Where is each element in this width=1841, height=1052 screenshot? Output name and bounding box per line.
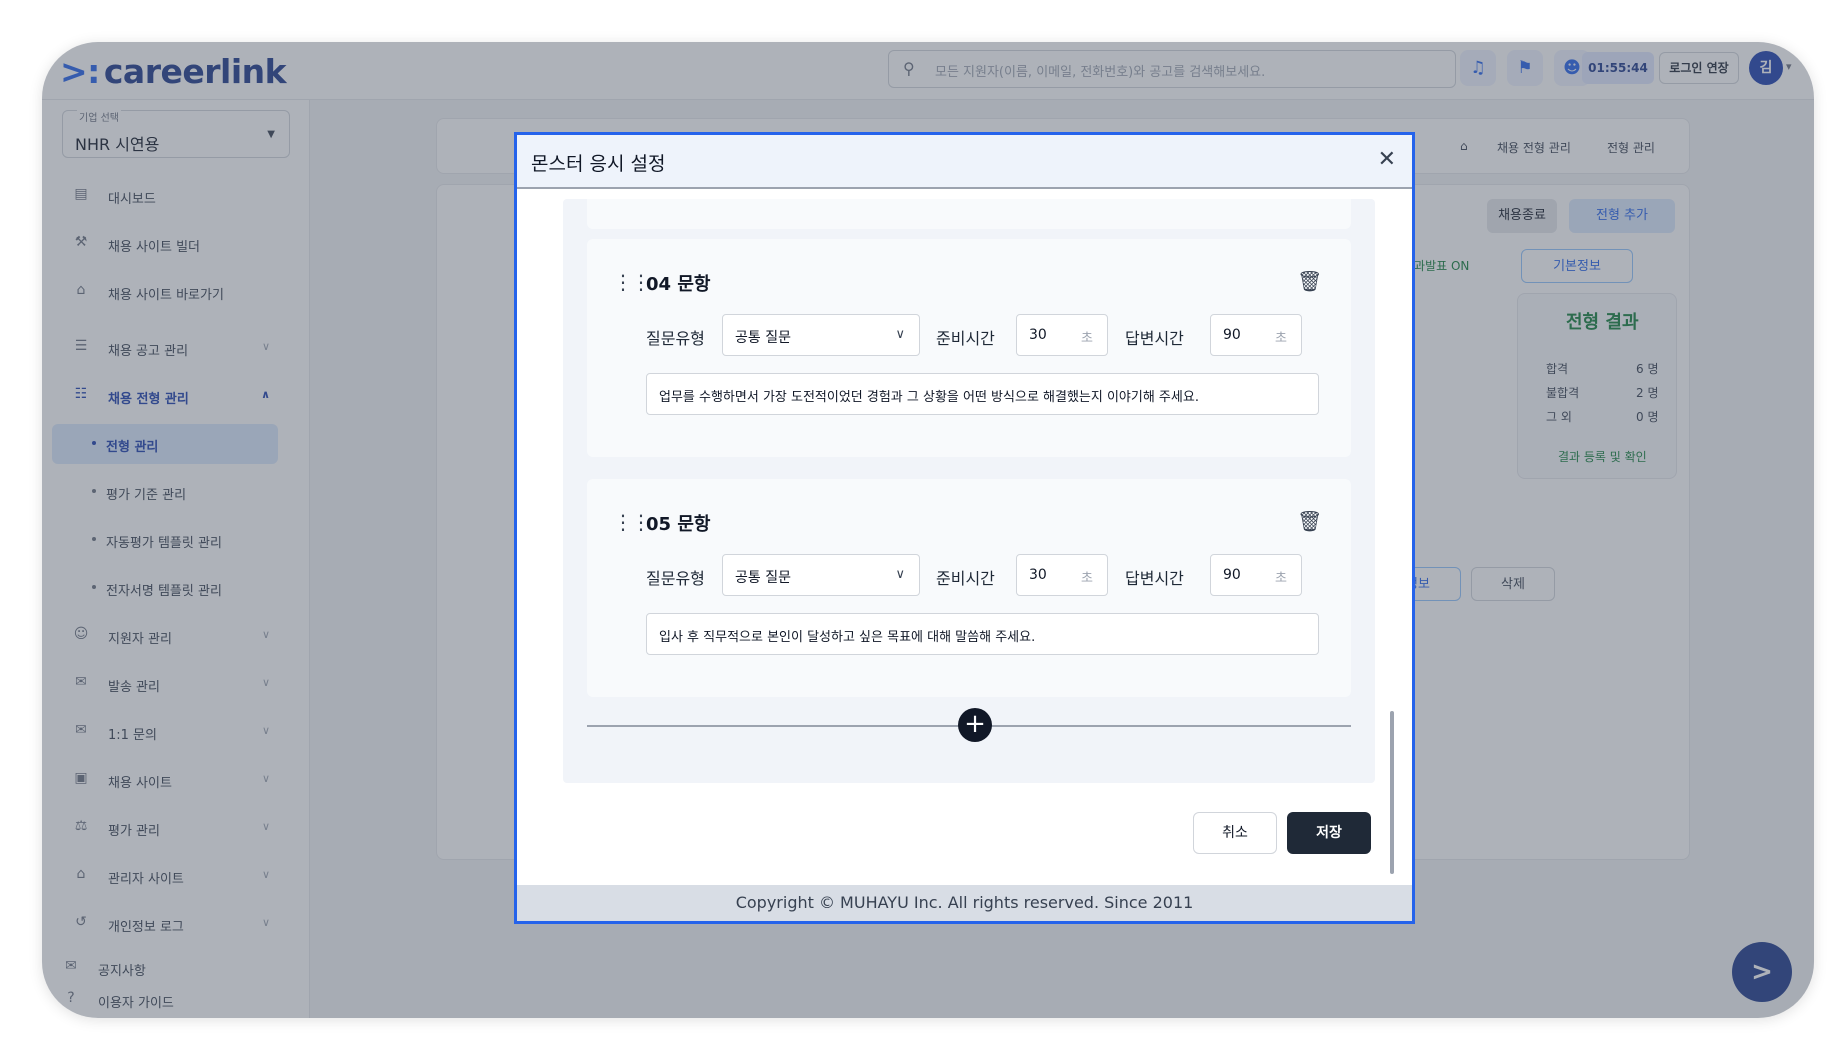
drag-handle-icon[interactable]: ⋮⋮: [613, 512, 651, 532]
answer-time-label: 답변시간: [1125, 569, 1184, 588]
question-type-label: 질문유형: [646, 329, 705, 348]
prep-time-value: 30: [1029, 327, 1047, 343]
plus-icon: +: [964, 709, 986, 739]
chevron-down-icon: ∨: [895, 327, 905, 342]
answer-time-input[interactable]: 90 초: [1210, 314, 1302, 356]
question-card-previous: [587, 199, 1351, 229]
question-number: 04 문항: [646, 274, 711, 295]
monster-settings-modal: 몬스터 응시 설정 ✕ ⋮⋮ 04 문항 🗑 질문유형 공통 질문 ∨ 준비시간…: [514, 132, 1415, 924]
prep-time-input[interactable]: 30 초: [1016, 314, 1108, 356]
question-list: ⋮⋮ 04 문항 🗑 질문유형 공통 질문 ∨ 준비시간 30 초 답변시간 9…: [563, 199, 1375, 783]
prep-time-label: 준비시간: [936, 569, 995, 588]
drag-handle-icon[interactable]: ⋮⋮: [613, 272, 651, 292]
answer-time-value: 90: [1223, 327, 1241, 343]
answer-time-value: 90: [1223, 567, 1241, 583]
save-button[interactable]: 저장: [1287, 812, 1371, 854]
answer-time-input[interactable]: 90 초: [1210, 554, 1302, 596]
question-text-value: 입사 후 직무적으로 본인이 달성하고 싶은 목표에 대해 말씀해 주세요.: [659, 630, 1036, 645]
close-icon[interactable]: ✕: [1378, 147, 1396, 173]
trash-icon[interactable]: 🗑: [1297, 269, 1322, 293]
seconds-unit: 초: [1275, 331, 1287, 346]
add-question-button[interactable]: +: [958, 708, 992, 742]
prep-time-value: 30: [1029, 567, 1047, 583]
seconds-unit: 초: [1275, 571, 1287, 586]
question-type-label: 질문유형: [646, 569, 705, 588]
question-type-value: 공통 질문: [735, 330, 791, 346]
question-text-input[interactable]: 입사 후 직무적으로 본인이 달성하고 싶은 목표에 대해 말씀해 주세요.: [646, 613, 1319, 655]
copyright-footer: Copyright © MUHAYU Inc. All rights reser…: [517, 885, 1412, 921]
question-type-select[interactable]: 공통 질문 ∨: [722, 314, 920, 356]
modal-scrollbar[interactable]: [1390, 711, 1394, 874]
seconds-unit: 초: [1081, 571, 1093, 586]
question-text-input[interactable]: 업무를 수행하면서 가장 도전적이었던 경험과 그 상황을 어떤 방식으로 해결…: [646, 373, 1319, 415]
answer-time-label: 답변시간: [1125, 329, 1184, 348]
app-window: >: careerlink ⚲ 모든 지원자(이름, 이메일, 전화번호)와 공고…: [42, 42, 1814, 1018]
trash-icon[interactable]: 🗑: [1297, 509, 1322, 533]
prep-time-label: 준비시간: [936, 329, 995, 348]
seconds-unit: 초: [1081, 331, 1093, 346]
question-card: ⋮⋮ 04 문항 🗑 질문유형 공통 질문 ∨ 준비시간 30 초 답변시간 9…: [587, 239, 1351, 457]
cancel-button[interactable]: 취소: [1193, 812, 1277, 854]
question-card: ⋮⋮ 05 문항 🗑 질문유형 공통 질문 ∨ 준비시간 30 초 답변시간 9…: [587, 479, 1351, 697]
question-text-value: 업무를 수행하면서 가장 도전적이었던 경험과 그 상황을 어떤 방식으로 해결…: [659, 390, 1199, 405]
question-number: 05 문항: [646, 514, 711, 535]
modal-title: 몬스터 응시 설정: [531, 153, 666, 175]
prep-time-input[interactable]: 30 초: [1016, 554, 1108, 596]
question-type-value: 공통 질문: [735, 570, 791, 586]
question-type-select[interactable]: 공통 질문 ∨: [722, 554, 920, 596]
chevron-down-icon: ∨: [895, 567, 905, 582]
modal-header: 몬스터 응시 설정 ✕: [517, 135, 1412, 189]
